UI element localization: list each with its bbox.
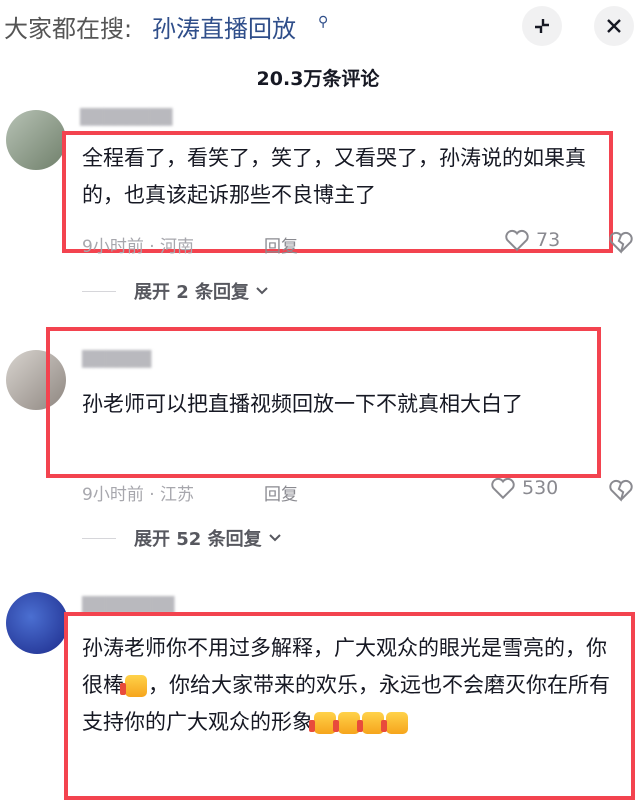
comment-text: 全程看了，看笑了，笑了，又看哭了，孙涛说的如果真的，也真该起诉那些不良博主了 [82,146,586,207]
username-blurred[interactable]: ████████ [80,108,172,126]
avatar[interactable] [6,592,68,654]
chevron-down-icon [268,534,281,542]
broken-heart-icon [609,479,633,502]
divider-line [82,537,116,539]
avatar[interactable] [6,110,66,170]
chevron-down-icon [256,287,268,295]
search-term-link[interactable]: 孙涛直播回放 [152,9,296,44]
thumbs-up-icon [120,675,147,697]
heart-icon [505,229,529,252]
dislike-button[interactable] [608,478,634,506]
heart-icon [491,477,515,500]
search-prefix: 大家都在搜: [4,15,133,43]
comment-time-location: 9小时前 · 河南 [82,237,195,257]
comment-count-title: 20.3万条评论 [256,68,380,90]
close-icon [607,19,621,33]
close-button[interactable] [594,6,634,46]
divider-line [82,290,116,292]
like-button[interactable]: 73 [504,228,560,252]
reply-button[interactable]: 回复 [264,480,298,505]
expand-replies-button[interactable]: 展开 2 条回复 [82,278,269,304]
like-count: 530 [522,477,559,499]
thumbs-up-icon [381,712,408,734]
minimize-button[interactable] [522,6,562,46]
expand-replies-label: 展开 52 条回复 [134,529,262,550]
comment-time-location: 9小时前 · 江苏 [82,485,195,505]
reply-button[interactable]: 回复 [264,232,298,257]
minimize-icon [535,19,549,33]
comment-text: 孙涛老师你不用过多解释，广大观众的眼光是雪亮的，你很棒 ，你给大家带来的欢乐，永远… [82,630,622,741]
expand-replies-button[interactable]: 展开 52 条回复 [82,525,282,551]
dislike-button[interactable] [608,230,634,258]
broken-heart-icon [609,231,633,254]
expand-replies-label: 展开 2 条回复 [134,282,250,303]
comment-text: 孙老师可以把直播视频回放一下不就真相大白了 [82,392,523,416]
like-count: 73 [536,229,561,251]
search-icon[interactable]: ⚲ [318,14,328,30]
like-button[interactable]: 530 [490,476,558,500]
